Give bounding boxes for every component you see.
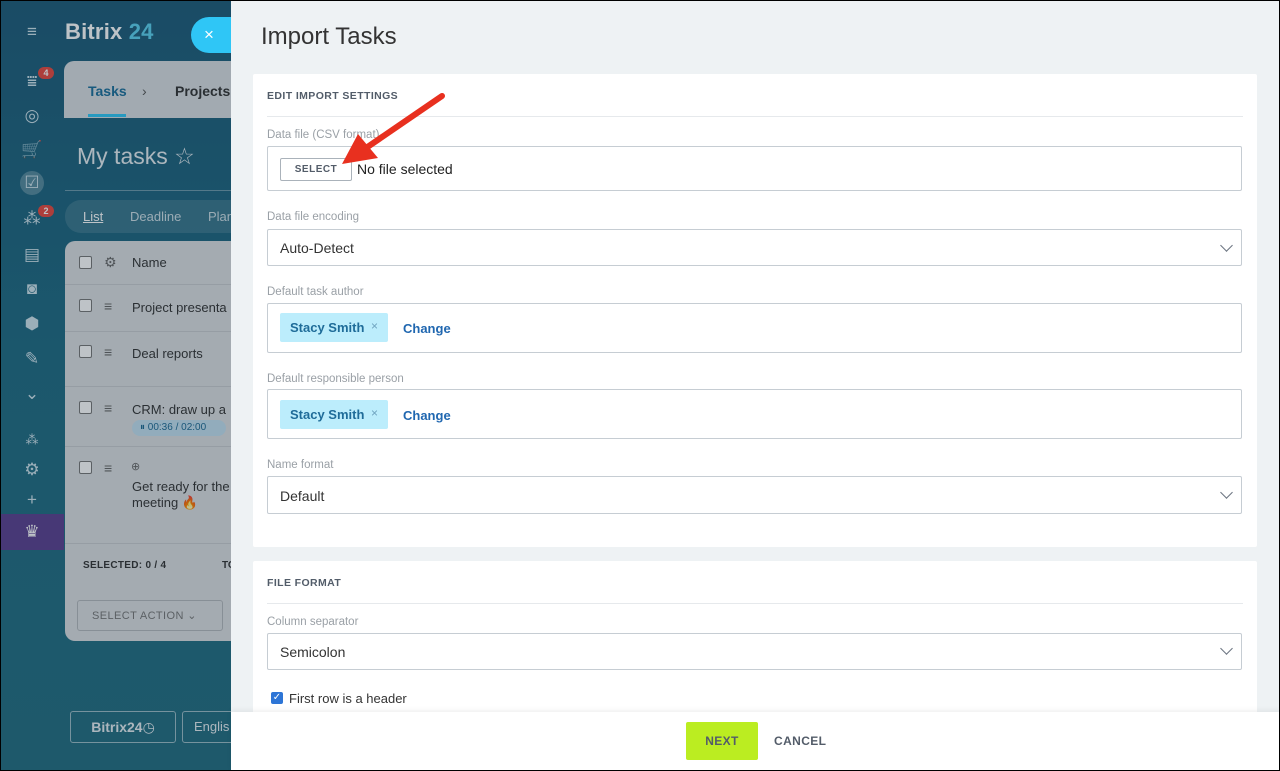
author-field: Stacy Smith × Change bbox=[267, 303, 1242, 353]
separator-select[interactable]: Semicolon bbox=[267, 633, 1242, 670]
section-divider bbox=[267, 603, 1243, 604]
chevron-down-icon bbox=[1220, 239, 1233, 252]
section-title: FILE FORMAT bbox=[267, 577, 342, 589]
chevron-down-icon bbox=[1220, 486, 1233, 499]
name-format-value: Default bbox=[280, 488, 325, 504]
overlay-dim[interactable] bbox=[0, 0, 231, 771]
responsible-tag[interactable]: Stacy Smith × bbox=[280, 400, 388, 429]
author-name: Stacy Smith bbox=[290, 320, 365, 335]
close-icon: × bbox=[204, 25, 214, 44]
author-label: Default task author bbox=[267, 286, 364, 298]
name-format-select[interactable]: Default bbox=[267, 476, 1242, 514]
next-button[interactable]: NEXT bbox=[686, 722, 758, 760]
remove-tag-icon[interactable]: × bbox=[371, 319, 378, 333]
close-slider-button[interactable]: × bbox=[191, 17, 231, 53]
change-responsible-link[interactable]: Change bbox=[403, 408, 451, 423]
change-author-link[interactable]: Change bbox=[403, 321, 451, 336]
file-format-card: FILE FORMAT Column separator Semicolon ✓… bbox=[253, 561, 1257, 721]
name-format-label: Name format bbox=[267, 459, 334, 471]
responsible-label: Default responsible person bbox=[267, 373, 404, 385]
page-title: Import Tasks bbox=[261, 23, 397, 50]
responsible-field: Stacy Smith × Change bbox=[267, 389, 1242, 439]
panel-footer: NEXT CANCEL bbox=[231, 712, 1280, 771]
encoding-select[interactable]: Auto-Detect bbox=[267, 229, 1242, 266]
separator-value: Semicolon bbox=[280, 644, 346, 660]
background-app: ≡ ⩸ 4 ◎ 🛒 ☑ ⁂ 2 ▤ ◙ ⬢ ✎ ⌄ ⁂ ⚙ + ♛ Bitrix… bbox=[0, 0, 231, 771]
author-tag[interactable]: Stacy Smith × bbox=[280, 313, 388, 342]
separator-label: Column separator bbox=[267, 616, 359, 628]
header-checkbox[interactable]: ✓ bbox=[271, 692, 283, 704]
cancel-button[interactable]: CANCEL bbox=[774, 734, 826, 748]
responsible-name: Stacy Smith bbox=[290, 407, 365, 422]
remove-tag-icon[interactable]: × bbox=[371, 406, 378, 420]
encoding-label: Data file encoding bbox=[267, 211, 360, 223]
annotation-arrow-icon bbox=[342, 93, 445, 164]
chevron-down-icon bbox=[1220, 642, 1233, 655]
header-checkbox-label[interactable]: First row is a header bbox=[289, 691, 407, 706]
encoding-value: Auto-Detect bbox=[280, 240, 354, 256]
